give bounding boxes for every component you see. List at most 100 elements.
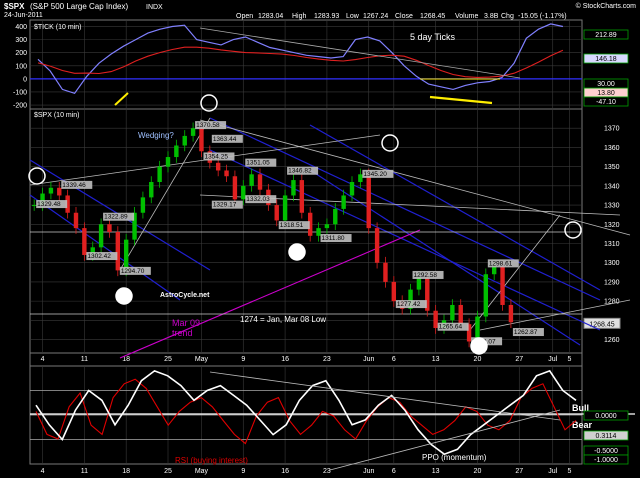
osc-trend-line <box>209 371 561 421</box>
header-open-label: Open <box>236 13 253 20</box>
price-candle <box>182 135 187 146</box>
tick-panel-frame <box>29 19 583 110</box>
tick-ylabel: 400 <box>15 24 27 31</box>
price-candle <box>257 174 263 190</box>
price-candle <box>157 166 162 183</box>
price-candle <box>458 304 463 325</box>
tick-ylabel: 100 <box>15 63 27 70</box>
tick-ma-line <box>37 46 564 78</box>
price-candle <box>433 310 438 329</box>
price-ylabel: 1330 <box>604 203 620 210</box>
price-value-label: 1292.58 <box>414 272 438 279</box>
price-candle <box>115 231 121 271</box>
tick-value-label: 212.89 <box>595 32 617 39</box>
osc-value-label: 0.3114 <box>596 433 617 440</box>
price-candle <box>215 162 221 171</box>
price-value-label: 1363.44 <box>213 136 237 143</box>
header-chg-label: Chg <box>501 13 514 20</box>
xtick-label-bottom: 4 <box>41 468 45 475</box>
price-value-label: 1318.51 <box>280 222 304 229</box>
price-candle <box>299 180 305 213</box>
ppo-line <box>35 369 577 456</box>
mar-trend-line: trend <box>172 328 193 338</box>
tick-value-label: 13.80 <box>597 90 615 97</box>
xtick-label-bottom: 18 <box>122 468 130 475</box>
xtick-label-bottom: 23 <box>323 468 331 475</box>
price-candle <box>358 174 363 183</box>
header-volume: 3.8B <box>484 13 499 20</box>
price-candle <box>224 170 229 177</box>
price-value-label: 1302.42 <box>87 253 111 260</box>
price-candle <box>232 176 238 200</box>
xtick-label-bottom: 20 <box>474 468 482 475</box>
chart-svg: $SPX (S&P 500 Large Cap Index) INDX 24-Jun-… <box>4 2 636 475</box>
rsi-label: RSI (buying interest) <box>175 456 248 465</box>
price-candle <box>165 157 171 167</box>
xtick-label-bottom: 25 <box>164 468 172 475</box>
xtick-label-bottom: Jul <box>548 468 557 475</box>
price-analysis-line <box>199 119 631 236</box>
header-date: 24-Jun-2011 <box>4 12 43 19</box>
ppo-label: PPO (momentum) <box>422 453 487 462</box>
tick-series-line <box>37 23 564 95</box>
price-candle <box>416 278 422 290</box>
xtick-label-bottom: 9 <box>241 468 245 475</box>
price-candle <box>82 228 87 256</box>
price-analysis-line <box>309 169 581 346</box>
xtick-label-bottom: 16 <box>281 468 289 475</box>
xtick-label-mid: 20 <box>474 356 482 363</box>
tick-value-label: 146.18 <box>595 56 617 63</box>
xtick-label-mid: 9 <box>241 356 245 363</box>
level-annotation: 1274 = Jan, Mar 08 Low <box>240 315 326 324</box>
price-candle <box>333 208 338 225</box>
price-ylabel: 1350 <box>604 164 620 171</box>
tick-annotation: 5 day Ticks <box>410 32 456 42</box>
xtick-label-mid: 23 <box>323 356 331 363</box>
price-ylabel: 1310 <box>604 241 620 248</box>
price-ylabel: 1300 <box>604 260 620 267</box>
xtick-label-mid: 4 <box>41 356 45 363</box>
tick-panel-label: $TICK (10 min) <box>34 24 81 31</box>
price-value-label: 1294.70 <box>121 268 145 275</box>
tick-highlight-right <box>429 95 493 105</box>
price-candle <box>57 187 62 196</box>
price-value-label: 1370.58 <box>196 122 220 129</box>
xtick-label-mid: 13 <box>432 356 440 363</box>
price-value-label: 1311.80 <box>322 235 345 242</box>
price-candle <box>282 195 288 221</box>
price-candle <box>274 205 279 221</box>
price-candle <box>98 224 104 248</box>
xtick-label-mid: 16 <box>281 356 289 363</box>
price-candle <box>483 274 489 317</box>
xtick-label-bottom: Jun <box>363 468 374 475</box>
osc-value-label: -1.0000 <box>594 457 618 464</box>
tick-ylabel: -100 <box>13 89 27 96</box>
header-low-label: Low <box>346 13 360 20</box>
price-candle <box>508 304 514 323</box>
price-analysis-line <box>29 194 181 301</box>
xtick-label-mid: May <box>195 356 209 363</box>
price-value-label: 1265.64 <box>439 324 463 331</box>
tick-ylabel: -200 <box>13 103 27 110</box>
price-candle <box>190 128 196 136</box>
mar-trend-annotation: Mar 09 trend <box>172 318 200 338</box>
header-volume-label: Volume <box>455 13 478 20</box>
tick-ylabel: 300 <box>15 37 27 44</box>
price-value-label: 1346.82 <box>288 168 312 175</box>
tick-value-label: -47.10 <box>596 99 616 106</box>
xtick-label-mid: 27 <box>515 356 523 363</box>
xaxis-band-frame <box>29 352 583 367</box>
price-ylabel: 1370 <box>604 126 620 133</box>
price-candle <box>500 266 505 305</box>
header-chg: -15.05 (-1.17%) <box>518 13 567 20</box>
price-candle <box>123 239 129 271</box>
price-candle <box>324 224 330 229</box>
price-value-label: 1329.48 <box>37 201 61 208</box>
price-candle <box>149 182 154 198</box>
mar-trend-line: Mar 09 <box>172 318 200 328</box>
price-ylabel: 1260 <box>604 337 620 344</box>
price-candle <box>199 128 204 152</box>
xtick-label-mid: 25 <box>164 356 172 363</box>
price-value-label: 1277.42 <box>397 301 421 308</box>
price-candle <box>241 185 246 200</box>
